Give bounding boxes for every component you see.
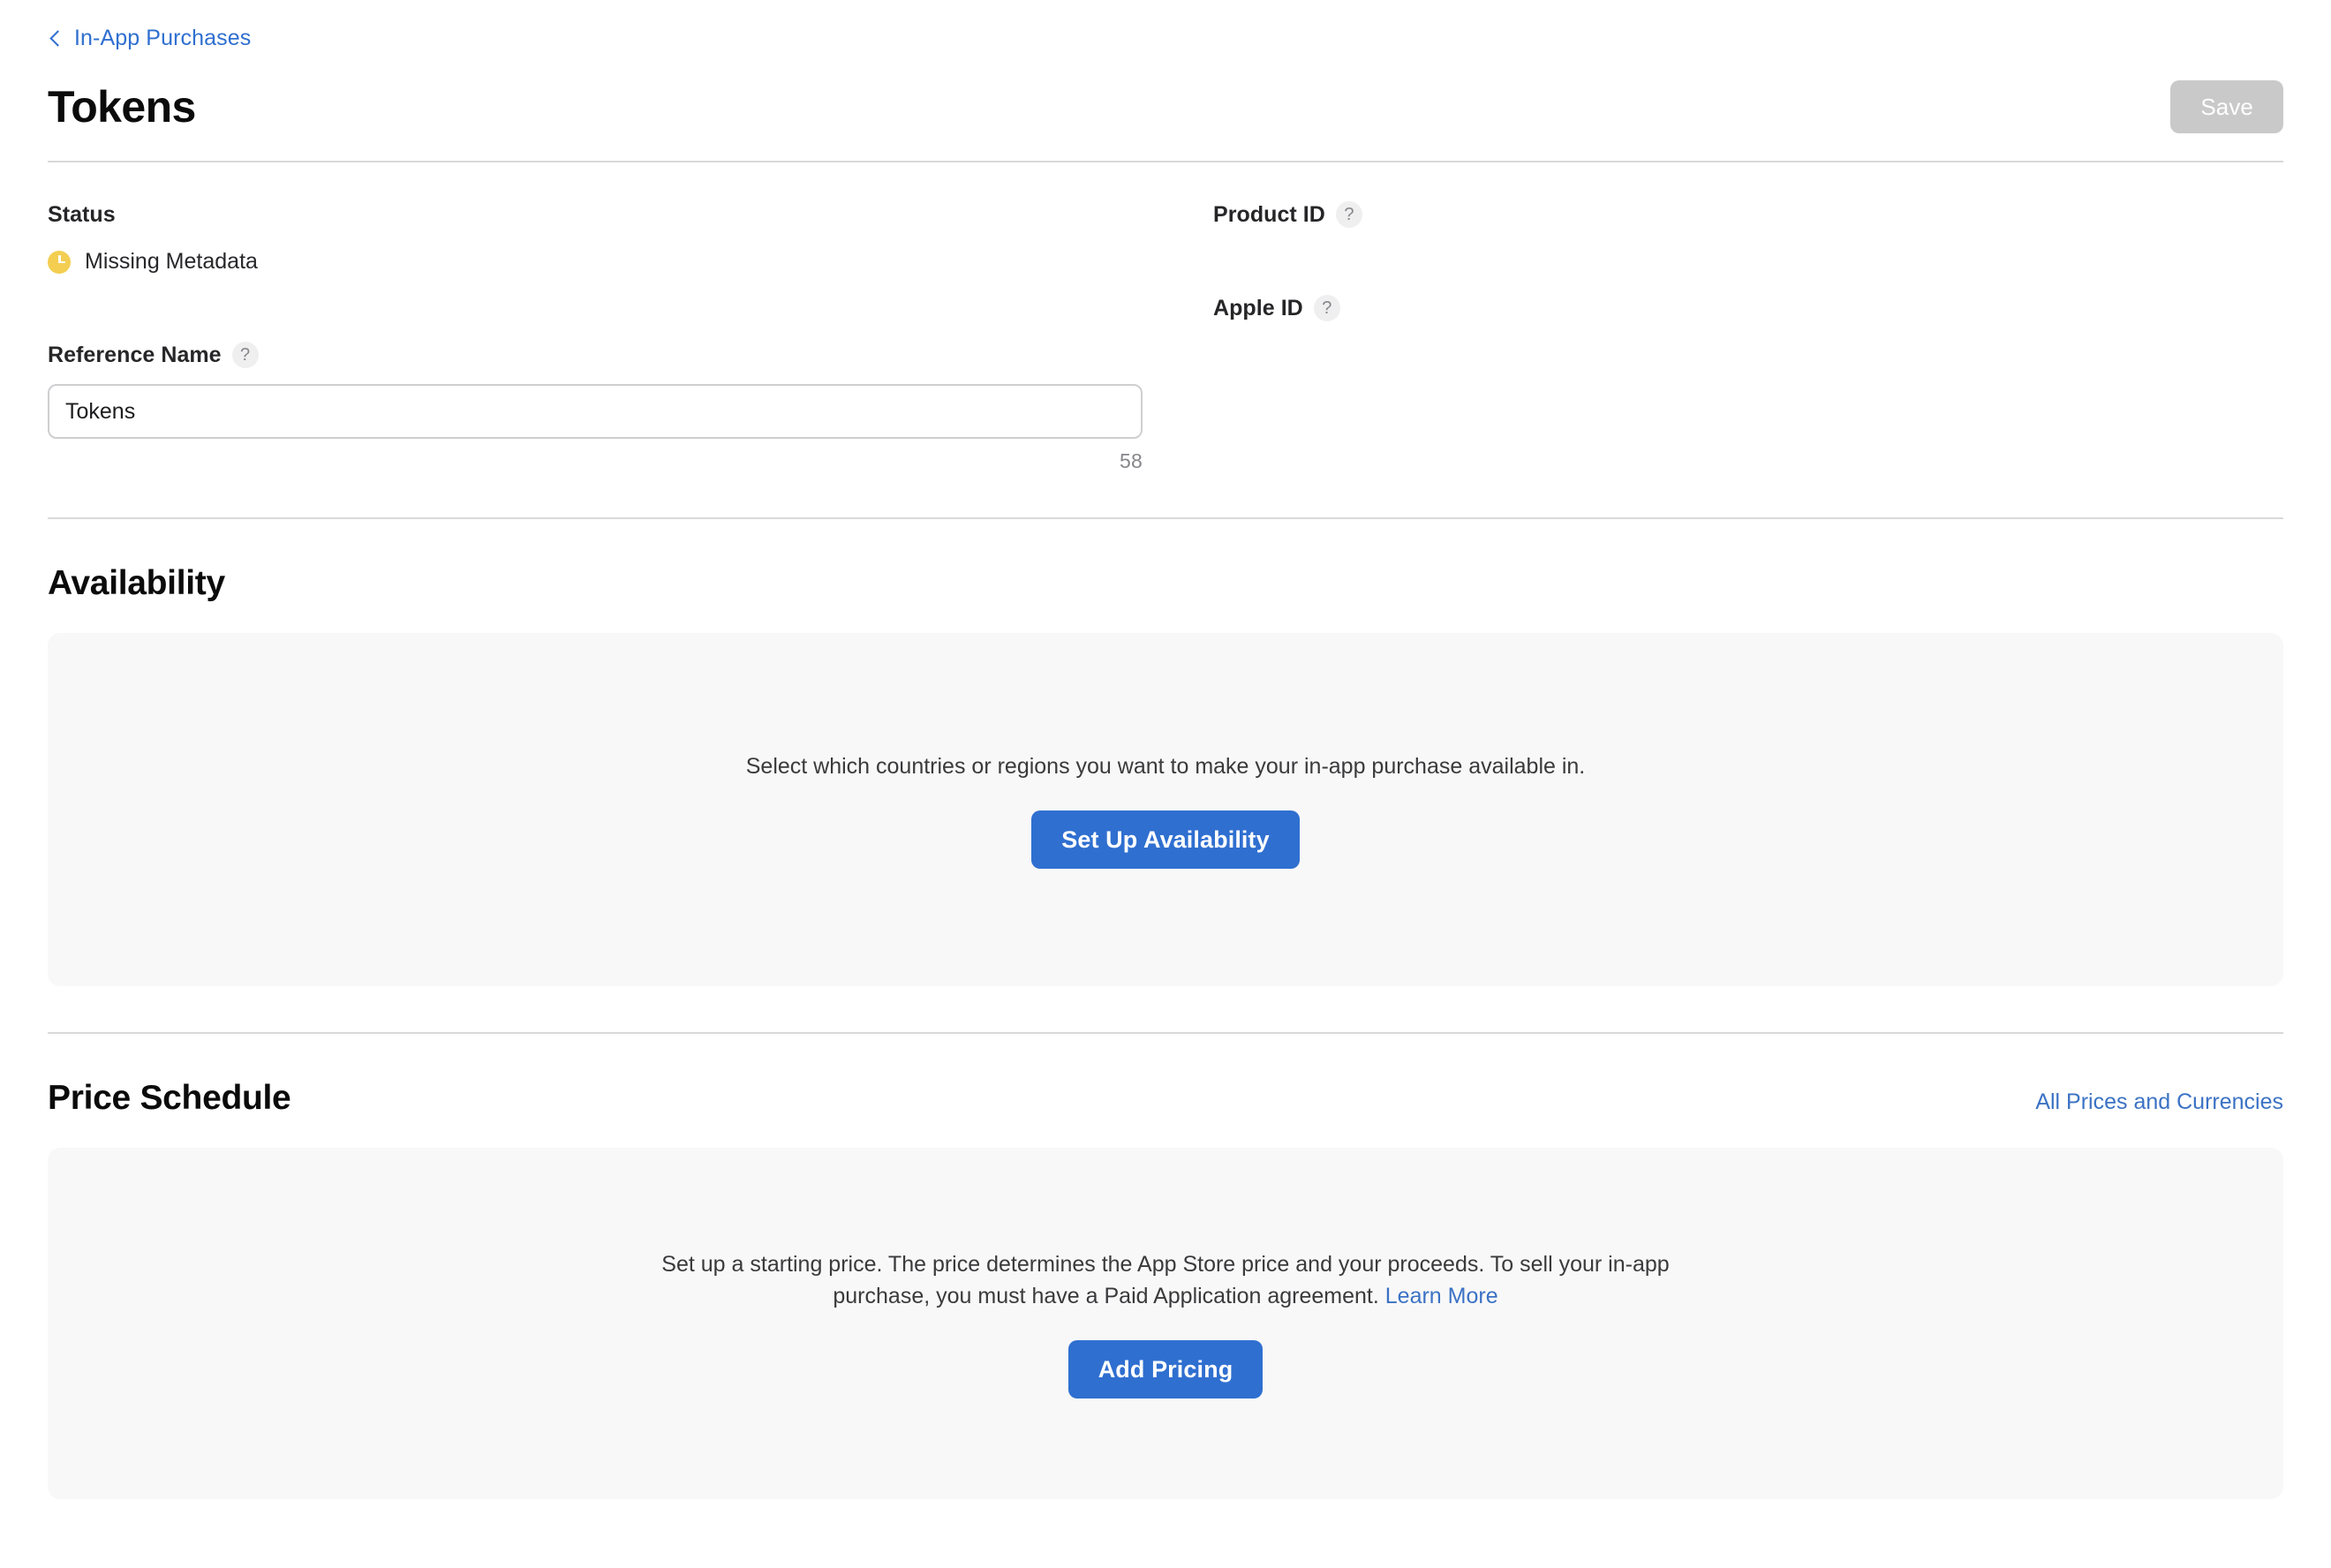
reference-name-input[interactable] [48,384,1143,439]
details-column-right: Product ID ? Apple ID ? [1213,201,2283,473]
breadcrumb[interactable]: In-App Purchases [48,0,2283,57]
learn-more-link[interactable]: Learn More [1385,1284,1498,1308]
iap-detail-page: In-App Purchases Tokens Save Status Miss… [0,0,2331,1568]
price-schedule-description-text: Set up a starting price. The price deter… [661,1251,1670,1308]
availability-description: Select which countries or regions you wa… [745,753,1586,779]
clock-icon [48,250,71,274]
reference-name-block: Reference Name ? 58 [48,342,1213,473]
status-badge: Missing Metadata [48,249,1213,275]
question-mark-icon-product-id[interactable]: ? [1335,201,1362,228]
price-schedule-section-head: Price Schedule All Prices and Currencies [48,1078,2283,1118]
availability-empty-panel: Select which countries or regions you wa… [48,632,2283,986]
availability-section-head: Availability [48,564,2283,603]
add-pricing-button[interactable]: Add Pricing [1067,1340,1264,1399]
status-label: Status [48,201,1213,228]
details-grid: Status Missing Metadata Reference Name ?… [48,162,2283,517]
reference-name-label: Reference Name ? [48,342,1213,368]
price-schedule-description: Set up a starting price. The price deter… [640,1248,1691,1313]
price-schedule-title: Price Schedule [48,1078,291,1117]
status-value-text: Missing Metadata [85,249,258,274]
question-mark-icon-reference-name[interactable]: ? [231,342,259,368]
save-button[interactable]: Save [2170,80,2283,133]
availability-section: Availability Select which countries or r… [48,519,2283,1032]
apple-id-label: Apple ID ? [1213,295,2283,321]
reference-name-char-count: 58 [1120,449,1143,472]
product-id-label-text: Product ID [1213,202,1325,227]
page-title: Tokens [48,81,196,132]
availability-title: Availability [48,564,225,602]
apple-id-block: Apple ID ? [1213,295,2283,321]
apple-id-label-text: Apple ID [1213,296,1303,320]
status-label-text: Status [48,202,116,227]
price-schedule-section: Price Schedule All Prices and Currencies… [48,1034,2283,1545]
details-column-left: Status Missing Metadata Reference Name ?… [48,201,1213,473]
all-prices-and-currencies-link[interactable]: All Prices and Currencies [2035,1089,2283,1115]
product-id-label: Product ID ? [1213,201,2283,228]
set-up-availability-button[interactable]: Set Up Availability [1031,810,1300,870]
reference-name-label-text: Reference Name [48,343,222,367]
chevron-left-icon[interactable] [48,31,62,45]
title-row: Tokens Save [48,72,2283,141]
question-mark-icon-apple-id[interactable]: ? [1313,295,1340,321]
price-schedule-empty-panel: Set up a starting price. The price deter… [48,1147,2283,1499]
breadcrumb-link-in-app-purchases[interactable]: In-App Purchases [74,26,251,49]
